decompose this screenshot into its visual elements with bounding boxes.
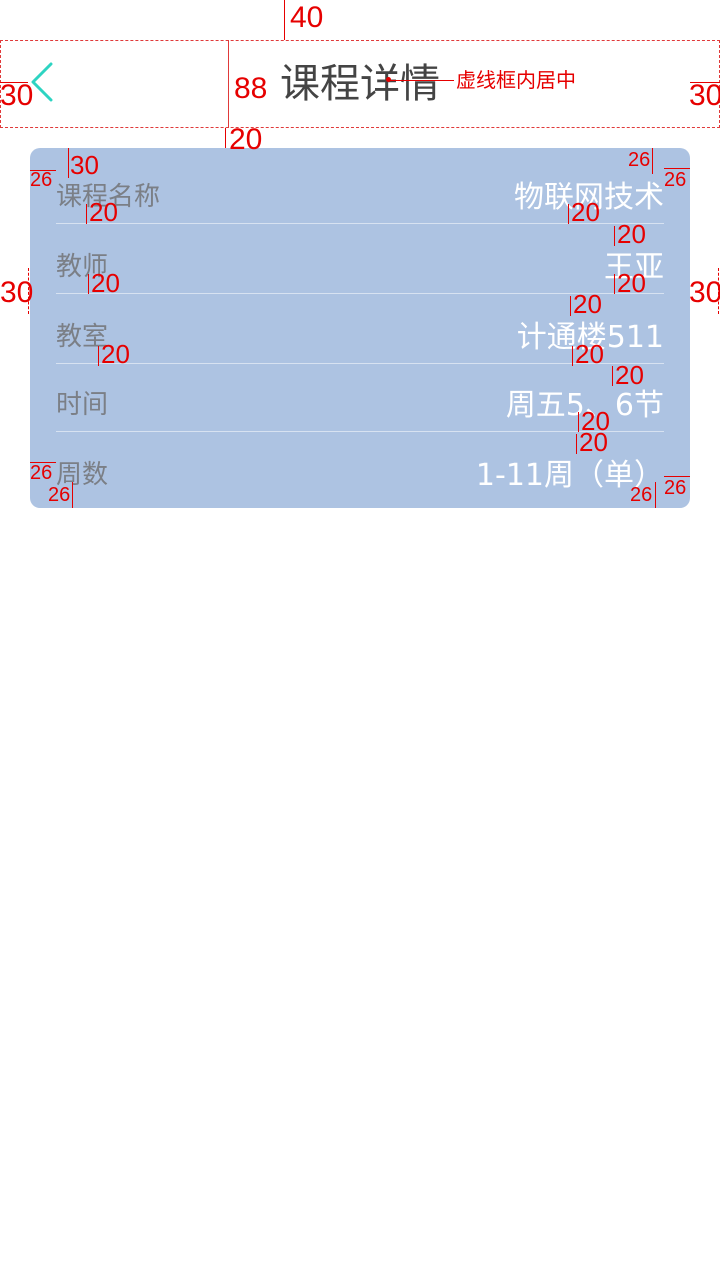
annotation-header-gap: 20 — [229, 123, 263, 156]
annotation-line — [568, 204, 569, 224]
row-teacher: 教师 王亚 — [56, 224, 664, 294]
annotation-line — [225, 128, 226, 148]
annotation-pad-bottom-left: 26 — [48, 484, 71, 506]
annotation-pad-left: 26 — [30, 169, 53, 191]
annotation-line — [576, 434, 577, 454]
annotation-line — [570, 296, 571, 316]
annotation-pad-bottom-left-side: 26 — [30, 462, 53, 484]
annotation-pad-bottom-right-side: 26 — [664, 477, 687, 499]
annotation-card-left: 30 — [0, 276, 34, 309]
annotation-line — [284, 0, 285, 40]
annotation-line — [68, 148, 69, 178]
annotation-line — [655, 482, 656, 508]
annotation-spacing: 20 — [101, 339, 130, 369]
annotation-pad-top: 30 — [70, 150, 99, 180]
annotation-line — [88, 274, 89, 294]
annotation-pad-right: 26 — [664, 169, 687, 191]
annotation-line — [612, 366, 613, 386]
annotation-spacing: 20 — [579, 427, 608, 457]
annotation-spacing: 20 — [89, 197, 118, 227]
annotation-line — [572, 346, 573, 366]
annotation-line — [390, 80, 454, 81]
annotation-line — [72, 482, 73, 508]
annotation-header-right: 30 — [689, 79, 720, 112]
annotation-line — [652, 148, 653, 174]
row-label: 时间 — [56, 390, 109, 420]
annotation-header-height: 88 — [234, 72, 268, 105]
annotation-top-margin: 40 — [290, 1, 324, 34]
annotation-line — [614, 274, 615, 294]
row-time: 时间 周五5、6节 — [56, 362, 664, 432]
annotation-line — [98, 346, 99, 366]
annotation-line — [86, 204, 87, 224]
row-weeks: 周数 1-11周（单） — [56, 432, 664, 502]
annotation-spacing: 20 — [617, 219, 646, 249]
annotation-pad-bottom-right: 26 — [630, 484, 653, 506]
annotation-line — [614, 226, 615, 246]
annotation-pad-top-right: 26 — [628, 149, 651, 171]
annotation-spacing: 20 — [571, 197, 600, 227]
annotation-spacing: 20 — [575, 339, 604, 369]
annotation-spacing: 20 — [615, 360, 644, 390]
annotation-header-left: 30 — [0, 79, 34, 112]
annotation-spacing: 20 — [573, 289, 602, 319]
annotation-spacing: 20 — [91, 268, 120, 298]
annotation-header-note: 虚线框内居中 — [456, 70, 576, 92]
annotation-card-right: 30 — [689, 276, 720, 309]
page-title: 课程详情 — [280, 61, 440, 107]
annotation-spacing: 20 — [617, 268, 646, 298]
